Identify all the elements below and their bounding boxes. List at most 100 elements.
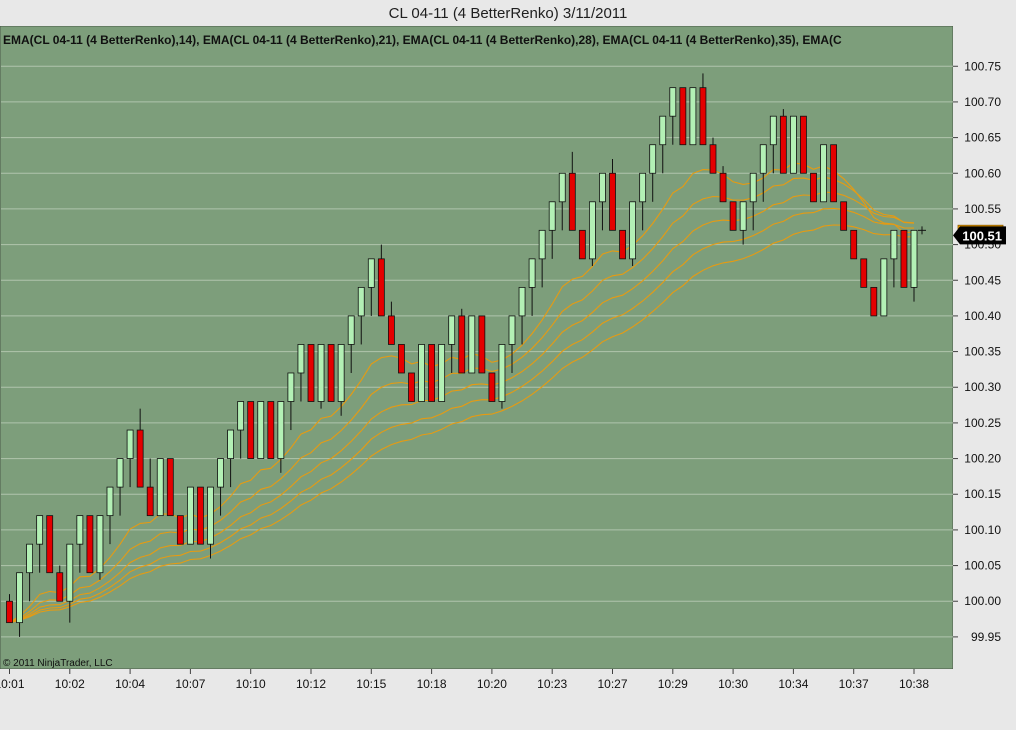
- candle-up: [589, 201, 596, 260]
- x-tick-label: 10:12: [296, 677, 326, 691]
- candle-up: [790, 115, 797, 174]
- y-tick-label: 100.25: [964, 416, 1001, 430]
- x-tick-label: 10:23: [537, 677, 567, 691]
- candle-down: [709, 144, 717, 174]
- candle-up: [257, 401, 265, 459]
- indicator-legend: EMA(CL 04-11 (4 BetterRenko),14), EMA(CL…: [3, 33, 842, 47]
- candle-down: [609, 172, 616, 231]
- candle-down: [387, 315, 395, 345]
- candle-down: [568, 172, 576, 231]
- candle-down: [679, 87, 687, 146]
- candle-down: [729, 201, 737, 231]
- candle-up: [759, 144, 767, 174]
- candle-down: [327, 344, 335, 402]
- candle-up: [156, 458, 164, 517]
- candle-up: [26, 543, 34, 574]
- candle-down: [136, 429, 144, 488]
- candle-up: [317, 344, 325, 402]
- candle-down: [900, 229, 908, 288]
- x-tick-label: 10:37: [839, 677, 869, 691]
- window-title: CL 04-11 (4 BetterRenko) 3/11/2011: [388, 5, 628, 22]
- y-tick-label: 100.10: [964, 523, 1001, 537]
- candle-down: [86, 515, 94, 574]
- candle-up: [639, 172, 647, 203]
- y-tick-label: 100.70: [964, 95, 1001, 109]
- y-tick-label: 100.55: [964, 202, 1001, 216]
- candle-up: [106, 486, 114, 517]
- candle-down: [810, 172, 817, 203]
- candle-up: [418, 344, 425, 402]
- candle-down: [488, 372, 496, 402]
- candle-up: [66, 543, 74, 602]
- x-tick-label: 10:38: [899, 677, 929, 691]
- candle-up: [96, 515, 104, 574]
- candle-down: [870, 286, 878, 317]
- candle-up: [689, 87, 697, 146]
- candle-up: [237, 401, 245, 431]
- candle-up: [599, 172, 606, 203]
- candle-up: [659, 115, 667, 146]
- candle-up: [126, 429, 134, 459]
- candle-up: [820, 144, 827, 203]
- candle-down: [800, 115, 807, 174]
- candle-down: [46, 515, 54, 574]
- chart-panel[interactable]: 100.75 100.70 100.65 100.60 100.55 100.50 100.…: [0, 25, 1016, 725]
- candle-up: [337, 344, 345, 402]
- x-tick-label: 10:20: [477, 677, 507, 691]
- x-tick-label: 10:29: [658, 677, 688, 691]
- price-chart[interactable]: 100.75100.70100.65100.60100.55100.50100.…: [0, 25, 1016, 725]
- y-tick-label: 100.35: [964, 345, 1001, 359]
- x-tick-label: 10:04: [115, 677, 145, 691]
- candle-down: [830, 144, 837, 203]
- candle-down: [6, 600, 13, 624]
- candle-up: [518, 286, 526, 317]
- candle-up: [558, 172, 566, 203]
- candle-down: [267, 401, 275, 459]
- x-tick-label: 10:10: [236, 677, 266, 691]
- y-tick-label: 100.65: [964, 131, 1001, 145]
- x-tick-label: 10:18: [417, 677, 447, 691]
- candle-up: [769, 115, 777, 146]
- candle-up: [880, 258, 888, 317]
- x-tick-label: 10:34: [778, 677, 808, 691]
- candle-up: [910, 229, 918, 288]
- plot-area[interactable]: [0, 25, 954, 670]
- candle-up: [347, 315, 355, 345]
- candle-up: [367, 258, 375, 288]
- candle-up: [36, 515, 44, 545]
- candle-down: [428, 344, 436, 402]
- candle-down: [850, 229, 858, 260]
- y-tick-label: 100.05: [964, 559, 1001, 573]
- candle-down: [377, 258, 385, 317]
- candle-down: [197, 486, 204, 545]
- candle-down: [146, 486, 154, 517]
- y-tick-label: 100.15: [964, 487, 1001, 501]
- candle-down: [176, 515, 184, 545]
- candle-up: [749, 172, 757, 203]
- candle-up: [538, 229, 546, 260]
- candle-up: [629, 201, 636, 260]
- x-tick-label: 10:15: [356, 677, 386, 691]
- candle-down: [578, 229, 586, 260]
- candle-up: [207, 486, 214, 545]
- candle-down: [478, 315, 486, 374]
- x-tick-label: 10:27: [597, 677, 627, 691]
- y-tick-label: 100.30: [964, 380, 1001, 394]
- candle-up: [438, 344, 446, 402]
- candle-up: [528, 258, 536, 288]
- last-price-label: 100.51: [962, 228, 1002, 243]
- x-tick-label: 10:01: [0, 677, 25, 691]
- candle-down: [398, 344, 405, 374]
- y-tick-label: 100.00: [964, 594, 1001, 608]
- y-tick-label: 100.75: [964, 59, 1001, 73]
- candle-up: [739, 201, 747, 231]
- y-tick-label: 100.45: [964, 273, 1001, 287]
- candle-up: [357, 286, 365, 317]
- y-tick-label: 100.60: [964, 166, 1001, 180]
- y-tick-label: 100.40: [964, 309, 1001, 323]
- candle-down: [699, 87, 707, 146]
- candle-up: [669, 87, 677, 117]
- x-tick-label: 10:30: [718, 677, 748, 691]
- candle-up: [548, 201, 556, 231]
- candle-up: [76, 515, 84, 545]
